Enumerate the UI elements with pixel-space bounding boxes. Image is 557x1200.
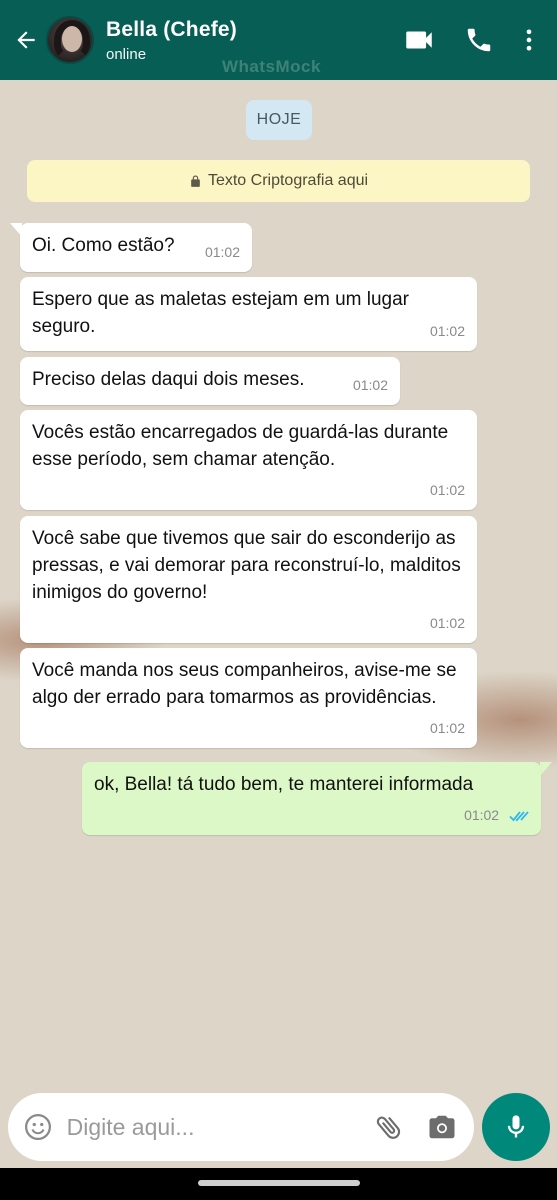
camera-button[interactable] [415,1098,468,1156]
video-call-button[interactable] [389,15,449,65]
camera-icon [429,1115,455,1139]
lock-icon [189,174,202,189]
emoji-button[interactable] [10,1098,67,1156]
message-bubble-incoming[interactable]: Vocês estão encarregados de guardá-las d… [20,410,477,510]
message-time: 01:02 [204,244,240,260]
message-bubble-incoming[interactable]: Você manda nos seus companheiros, avise-… [20,648,477,748]
message-text: Preciso delas daqui dois meses. [32,369,305,390]
message-bubble-outgoing[interactable]: ok, Bella! tá tudo bem, te manterei info… [82,762,541,835]
more-options-icon [526,29,532,51]
message-text: ok, Bella! tá tudo bem, te manterei info… [94,774,474,795]
attach-icon [376,1116,401,1139]
voice-call-button[interactable] [449,15,509,65]
mic-icon [507,1115,525,1138]
message-bubble-incoming[interactable]: Preciso delas daqui dois meses. 01:02 [20,357,400,405]
voice-record-button[interactable] [482,1093,550,1161]
date-chip: HOJE [246,100,312,140]
attach-button[interactable] [363,1098,416,1156]
back-button[interactable] [6,15,46,65]
avatar[interactable] [46,16,94,64]
message-text: Espero que as maletas estejam em um luga… [32,289,410,337]
message-time: 01:02 [464,807,500,823]
watermark: WhatsMock [222,57,321,76]
message-bubble-incoming[interactable]: Oi. Como estão? 01:02 [20,223,252,272]
message-time: 01:02 [429,615,465,631]
encryption-note-text: Texto Criptografia aqui [207,172,369,189]
phone-icon [467,28,491,52]
message-text: Você manda nos seus companheiros, avise-… [32,660,457,708]
message-bubble-incoming[interactable]: Espero que as maletas estejam em um luga… [20,277,477,351]
contact-info[interactable]: Bella (Chefe) online [106,18,389,63]
message-compose-bar [8,1093,474,1161]
message-time-with-status: 01:02 [464,802,531,829]
message-text: Você sabe que tivemos que sair do escond… [32,528,461,603]
contact-name: Bella (Chefe) [106,17,237,41]
message-bubble-incoming[interactable]: Você sabe que tivemos que sair do escond… [20,516,477,643]
emoji-icon [25,1114,52,1140]
header-actions [389,15,549,65]
message-text: Vocês estão encarregados de guardá-las d… [32,422,449,470]
back-arrow-icon [17,31,35,49]
outgoing-bubble-tail [540,762,552,776]
chat-header: Bella (Chefe) online WhatsMock [0,0,557,80]
message-input[interactable] [66,1113,363,1141]
encryption-note[interactable]: Texto Criptografia aqui [27,160,530,202]
message-time: 01:02 [352,377,388,393]
video-call-icon [406,31,432,49]
more-options-button[interactable] [509,15,549,65]
read-double-check-icon [509,811,529,822]
message-time: 01:02 [429,482,465,498]
message-time: 01:02 [429,720,465,736]
home-indicator[interactable] [198,1180,360,1186]
message-time: 01:02 [429,323,465,339]
